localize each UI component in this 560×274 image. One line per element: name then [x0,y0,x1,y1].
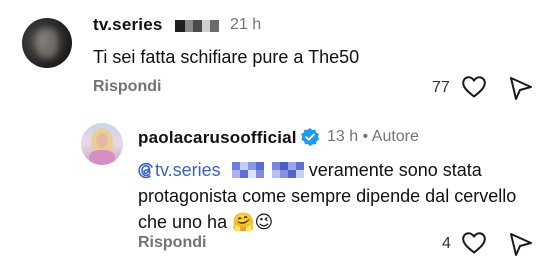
share-icon[interactable] [508,231,534,257]
redacted-pixels [175,20,219,32]
verified-badge-icon [300,127,320,147]
separator: • [362,128,369,145]
like-count[interactable]: 77 [432,79,450,97]
heart-icon[interactable] [461,231,487,255]
reply-button[interactable]: Rispondi [93,78,161,96]
threads-icon [138,162,154,179]
comment: tv.series 21 h Ti sei fatta schifiare pu… [0,0,560,110]
redacted-pixels [231,162,304,178]
share-icon[interactable] [508,75,534,101]
like-count[interactable]: 4 [442,235,451,253]
mention-username[interactable]: tv.series [155,160,221,180]
avatar-face [96,133,108,148]
comment-meta: 13 h • Autore [327,128,419,146]
comment-time: 13 h [327,128,359,145]
comment-username[interactable]: paolacarusoofficial [138,128,297,148]
comment-time: 21 h [230,16,262,33]
reply-comment: paolacarusoofficial 13 h • Autore tv.ser… [0,110,560,274]
mention[interactable]: tv.series [138,160,226,180]
reply-button[interactable]: Rispondi [138,234,206,252]
heart-icon[interactable] [461,75,487,99]
emojis: 🤗😉 [232,212,274,232]
author-badge: Autore [371,128,419,145]
comment-text: tv.series veramente sono stata protagoni… [138,157,548,235]
comment-text: Ti sei fatta schifiare pure a The50 [93,47,360,67]
comment-username[interactable]: tv.series [93,15,163,35]
avatar-blur [36,28,58,58]
avatar-dress [89,150,115,165]
avatar[interactable] [22,18,72,68]
avatar[interactable] [81,123,123,165]
